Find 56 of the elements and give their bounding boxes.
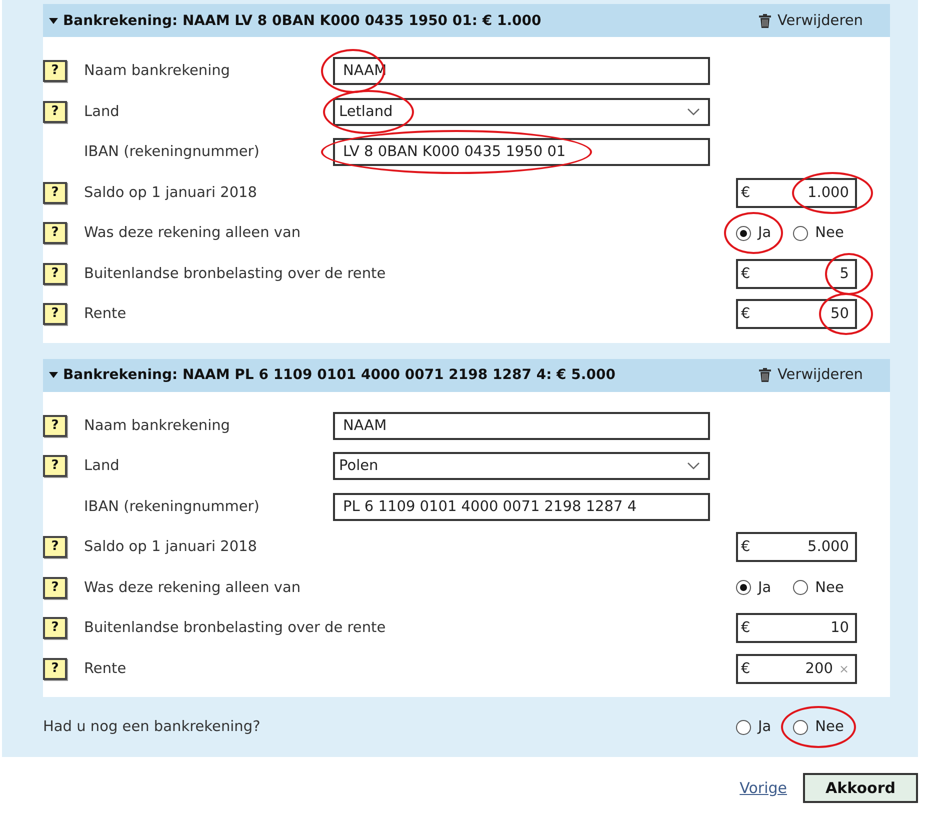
input-field[interactable]: LV 8 0BAN K000 0435 1950 01 <box>333 138 710 166</box>
back-link[interactable]: Vorige <box>740 779 787 797</box>
help-button[interactable]: ? <box>43 658 67 680</box>
help-button[interactable]: ? <box>43 222 67 244</box>
radio-option[interactable]: Ja <box>736 580 772 596</box>
help-button[interactable]: ? <box>43 303 67 326</box>
amount-field[interactable]: € 10 <box>736 613 857 644</box>
radio-option[interactable]: Ja <box>736 719 772 735</box>
caret-icon[interactable] <box>49 18 58 24</box>
section-title: Bankrekening: NAAM PL 6 1109 0101 4000 0071 2198 1287 4: € 5.000 <box>63 367 616 383</box>
help-button[interactable]: ? <box>43 414 67 437</box>
field-label: Naam bankrekening <box>84 62 232 82</box>
field-label: Buitenlandse bronbelasting over de rente <box>84 619 386 638</box>
question-label: Had u nog een bankrekening? <box>43 719 260 735</box>
amount-field[interactable]: € 200 × <box>736 654 857 684</box>
help-button[interactable]: ? <box>43 60 67 82</box>
field-label: Was deze rekening alleen van <box>84 578 302 598</box>
amount-field[interactable]: € 1.000 <box>736 178 857 208</box>
field-label: Naam bankrekening <box>84 416 232 436</box>
chevron-down-icon <box>687 462 700 470</box>
field-label: Was deze rekening alleen van <box>84 224 302 244</box>
section-title: Bankrekening: NAAM LV 8 0BAN K000 0435 1950 01: € 1.000 <box>63 12 542 28</box>
field-label: Rente <box>84 305 128 324</box>
radio-option[interactable]: Nee <box>793 580 844 596</box>
country-dropdown[interactable]: Letland <box>333 98 710 126</box>
amount-field[interactable]: € 50 <box>736 299 857 330</box>
trash-icon <box>758 368 771 382</box>
country-dropdown[interactable]: Polen <box>333 452 710 480</box>
radio-option[interactable]: Nee <box>793 225 844 242</box>
delete-button[interactable]: Verwijderen <box>758 12 863 28</box>
help-button[interactable]: ? <box>43 576 67 599</box>
help-button[interactable]: ? <box>43 455 67 478</box>
input-field[interactable]: PL 6 1109 0101 4000 0071 2198 1287 4 <box>333 492 710 521</box>
help-button[interactable]: ? <box>43 100 67 123</box>
field-label: Buitenlandse bronbelasting over de rente <box>84 264 386 284</box>
help-button[interactable]: ? <box>43 262 67 285</box>
field-label: Saldo op 1 januari 2018 <box>84 538 258 558</box>
submit-button[interactable]: Akkoord <box>803 773 918 803</box>
radio-option[interactable]: Ja <box>736 225 772 242</box>
caret-icon[interactable] <box>49 372 58 378</box>
help-button[interactable]: ? <box>43 536 67 558</box>
field-label: Rente <box>84 660 128 679</box>
field-label: Saldo op 1 januari 2018 <box>84 184 258 203</box>
help-button[interactable]: ? <box>43 617 67 640</box>
chevron-down-icon <box>687 108 700 116</box>
field-label: Land <box>84 457 120 476</box>
amount-field[interactable]: € 5 <box>736 258 857 289</box>
field-label: IBAN (rekeningnummer) <box>84 498 260 517</box>
amount-field[interactable]: € 5.000 <box>736 532 857 562</box>
field-label: IBAN (rekeningnummer) <box>84 143 260 162</box>
delete-button[interactable]: Verwijderen <box>758 367 863 383</box>
help-button[interactable]: ? <box>43 182 67 204</box>
field-label: Land <box>84 102 120 122</box>
input-field[interactable]: NAAM <box>333 412 710 440</box>
radio-option[interactable]: Nee <box>793 719 844 735</box>
trash-icon <box>758 14 771 28</box>
